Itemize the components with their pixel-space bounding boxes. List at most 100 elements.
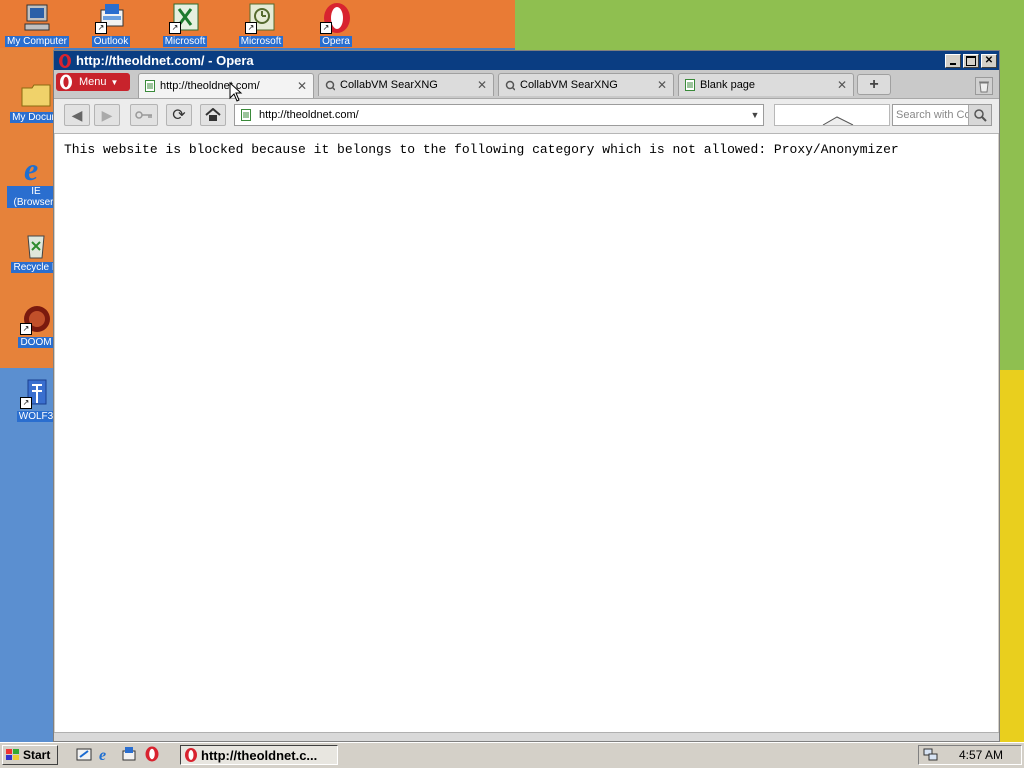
trash-icon (979, 81, 989, 93)
shortcut-arrow-icon: ↗ (169, 22, 181, 34)
reload-icon: ⟳ (172, 107, 186, 124)
search-button[interactable] (968, 105, 991, 125)
blocked-message: This website is blocked because it belon… (64, 142, 899, 157)
shortcut-arrow-icon: ↗ (20, 397, 32, 409)
taskbar-item-label: http://theoldnet.c... (201, 747, 318, 763)
forward-button[interactable]: ▶ (94, 104, 120, 126)
plus-icon: + (869, 75, 879, 93)
menu-chevron-icon: ▼ (110, 77, 119, 87)
page-icon (241, 109, 251, 121)
start-button[interactable]: Start (2, 745, 58, 765)
desktop-icon-opera[interactable]: ↗ Opera (299, 2, 373, 50)
desktop-icon-my-computer[interactable]: My Computer (0, 2, 74, 50)
searxng-favicon-icon (505, 80, 515, 91)
desktop-icon-label: Microsoft (238, 36, 284, 47)
address-bar[interactable]: http://theoldnet.com/ ▼ (234, 104, 764, 126)
back-arrow-icon: ◀ (71, 106, 83, 123)
close-button[interactable]: ✕ (981, 53, 997, 68)
desktop-icon-label: My Computer (4, 36, 69, 47)
status-bar (54, 732, 999, 741)
computer-icon (21, 2, 53, 34)
desktop-icon-excel[interactable]: ↗ Microsoft (148, 2, 222, 50)
tab-label: http://theoldnet.com/ (160, 80, 260, 92)
desktop-icon-label: WOLF3 (16, 411, 56, 422)
tab-close-icon[interactable]: ✕ (477, 78, 487, 92)
maximize-button[interactable] (963, 53, 979, 68)
wallpaper-yellow (1000, 370, 1024, 742)
opera-logo-icon[interactable] (144, 746, 160, 762)
maximize-icon (966, 55, 976, 66)
mouse-cursor-icon (229, 82, 243, 102)
show-desktop-icon[interactable] (76, 746, 92, 762)
outlook-icon[interactable] (121, 746, 137, 762)
tab-collabvm-searxng-1[interactable]: CollabVM SearXNG ✕ (318, 73, 494, 96)
tab-theoldnet[interactable]: http://theoldnet.com/ ✕ (138, 73, 314, 98)
search-box[interactable]: Search with Co (892, 104, 992, 126)
speed-dial-thumbnail (774, 104, 890, 126)
system-tray: 4:57 AM (918, 745, 1022, 765)
opera-logo-icon (59, 53, 71, 68)
start-label: Start (23, 748, 51, 762)
tab-close-icon[interactable]: ✕ (837, 78, 847, 92)
tab-collabvm-searxng-2[interactable]: CollabVM SearXNG ✕ (498, 73, 674, 96)
desktop-icon-label: Outlook (91, 36, 131, 47)
tab-close-icon[interactable]: ✕ (657, 78, 667, 92)
tab-label: Blank page (700, 79, 756, 91)
navigation-toolbar: ◀ ▶ ⟳ http://theoldnet.com/ ▼ Search wit… (54, 99, 999, 134)
taskbar: Start e http://theoldnet.c... 4:57 AM (0, 742, 1024, 768)
desktop-icon-label: Microsoft (162, 36, 208, 47)
address-value: http://theoldnet.com/ (259, 109, 359, 121)
shortcut-arrow-icon: ↗ (95, 22, 107, 34)
home-button[interactable] (200, 104, 226, 126)
internet-explorer-icon[interactable]: e (98, 746, 114, 762)
tab-blank-page[interactable]: Blank page ✕ (678, 73, 854, 96)
close-icon: ✕ (984, 55, 994, 66)
search-placeholder: Search with Co (896, 109, 968, 121)
doom-icon: ↗ (20, 303, 52, 335)
minimize-button[interactable] (945, 53, 961, 68)
opera-logo-icon (60, 74, 72, 90)
thumbnail-shape-icon (822, 116, 854, 125)
excel-icon: ↗ (169, 2, 201, 34)
menu-label: Menu (79, 76, 107, 88)
searxng-favicon-icon (325, 80, 335, 91)
search-icon (974, 109, 987, 122)
desktop-icon-project[interactable]: ↗ Microsoft (224, 2, 298, 50)
folder-icon (20, 78, 52, 110)
internet-explorer-icon: e (20, 151, 52, 187)
svg-text:e: e (24, 152, 38, 184)
opera-logo-icon (185, 748, 197, 762)
taskbar-item-opera[interactable]: http://theoldnet.c... (180, 745, 338, 765)
wolf3d-icon: ↗ (20, 377, 52, 409)
key-icon (135, 111, 152, 119)
window-titlebar[interactable]: http://theoldnet.com/ - Opera ✕ (54, 51, 999, 70)
page-content: This website is blocked because it belon… (55, 134, 998, 734)
desktop-icon-outlook[interactable]: ↗ Outlook (74, 2, 148, 50)
reload-button[interactable]: ⟳ (166, 104, 192, 126)
tab-label: CollabVM SearXNG (520, 79, 618, 91)
svg-text:e: e (99, 747, 106, 762)
home-icon (205, 108, 221, 121)
tab-close-icon[interactable]: ✕ (297, 79, 307, 93)
shortcut-arrow-icon: ↗ (20, 323, 32, 335)
closed-tabs-button[interactable] (975, 77, 993, 95)
browser-window: http://theoldnet.com/ - Opera ✕ Menu ▼ h… (53, 50, 1000, 742)
back-button[interactable]: ◀ (64, 104, 90, 126)
tab-label: CollabVM SearXNG (340, 79, 438, 91)
opera-menu-button[interactable]: Menu ▼ (56, 73, 130, 91)
minimize-icon (950, 62, 956, 65)
network-icon[interactable] (923, 748, 939, 762)
address-dropdown-icon[interactable]: ▼ (747, 110, 763, 120)
shortcut-arrow-icon: ↗ (245, 22, 257, 34)
recycle-bin-icon (20, 228, 52, 260)
desktop-icon-label: DOOM (18, 337, 54, 348)
forward-arrow-icon: ▶ (101, 106, 113, 123)
desktop-icon-label: Opera (320, 36, 352, 47)
clock[interactable]: 4:57 AM (959, 748, 1003, 762)
shortcut-arrow-icon: ↗ (320, 22, 332, 34)
new-tab-button[interactable]: + (857, 74, 891, 95)
tab-bar: Menu ▼ http://theoldnet.com/ ✕ CollabVM … (54, 70, 999, 99)
page-icon (685, 79, 695, 91)
opera-wand-button[interactable] (130, 104, 158, 126)
page-icon (145, 80, 155, 92)
